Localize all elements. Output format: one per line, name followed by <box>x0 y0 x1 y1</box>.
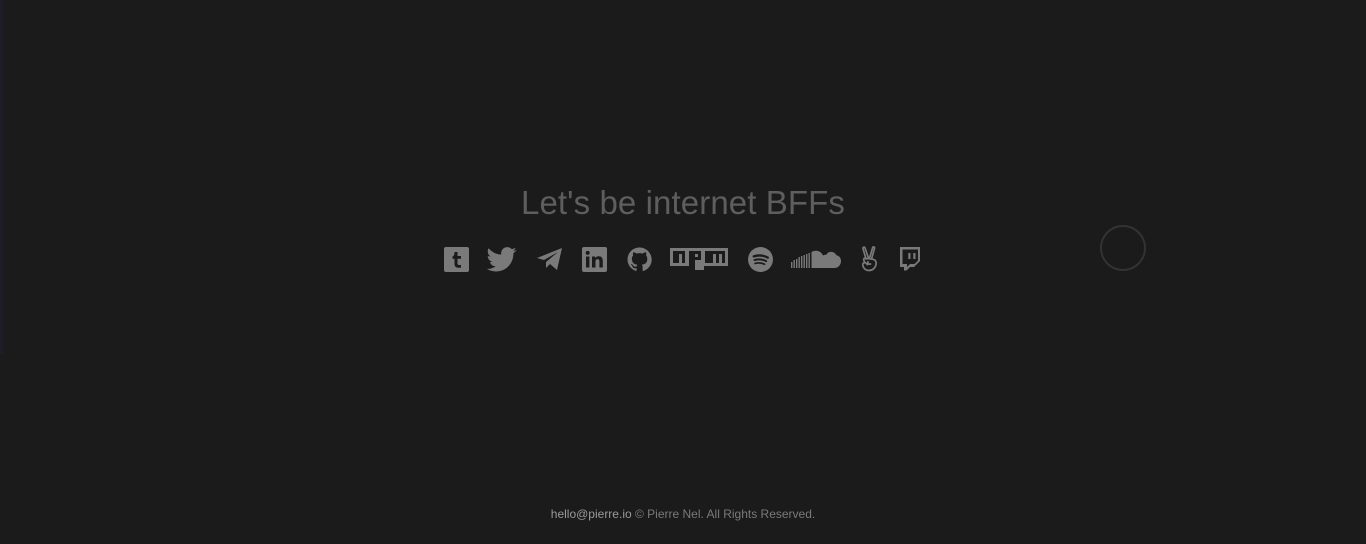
social-link-linkedin[interactable] <box>582 243 607 275</box>
social-link-telegram[interactable] <box>536 243 564 275</box>
telegram-icon <box>536 247 564 271</box>
twitter-icon <box>487 246 517 272</box>
spotify-icon <box>747 246 773 272</box>
section-heading: Let's be internet BFFs <box>521 184 845 221</box>
email-link[interactable]: hello@pierre.io <box>551 507 632 521</box>
soundcloud-icon <box>791 247 841 271</box>
npm-icon <box>670 248 728 270</box>
cursor-ring <box>1100 225 1146 271</box>
social-links <box>0 243 1366 275</box>
copyright-text: © Pierre Nel. All Rights Reserved. <box>631 507 816 521</box>
social-link-spotify[interactable] <box>747 243 773 275</box>
linkedin-icon <box>582 246 607 272</box>
angellist-icon <box>860 246 879 272</box>
left-edge-rule <box>0 0 3 354</box>
twitch-icon <box>898 246 922 272</box>
social-link-npm[interactable] <box>670 243 728 275</box>
footer: hello@pierre.io © Pierre Nel. All Rights… <box>0 506 1366 522</box>
social-link-twitch[interactable] <box>898 243 922 275</box>
page: Let's be internet BFFs hello@pierre.io ©… <box>0 0 1366 544</box>
social-link-twitter[interactable] <box>487 243 517 275</box>
social-link-soundcloud[interactable] <box>791 243 841 275</box>
github-icon <box>627 247 652 272</box>
social-link-tumblr[interactable] <box>443 243 469 275</box>
social-link-github[interactable] <box>626 243 652 275</box>
tumblr-icon <box>443 246 469 272</box>
social-link-angellist[interactable] <box>859 243 879 275</box>
